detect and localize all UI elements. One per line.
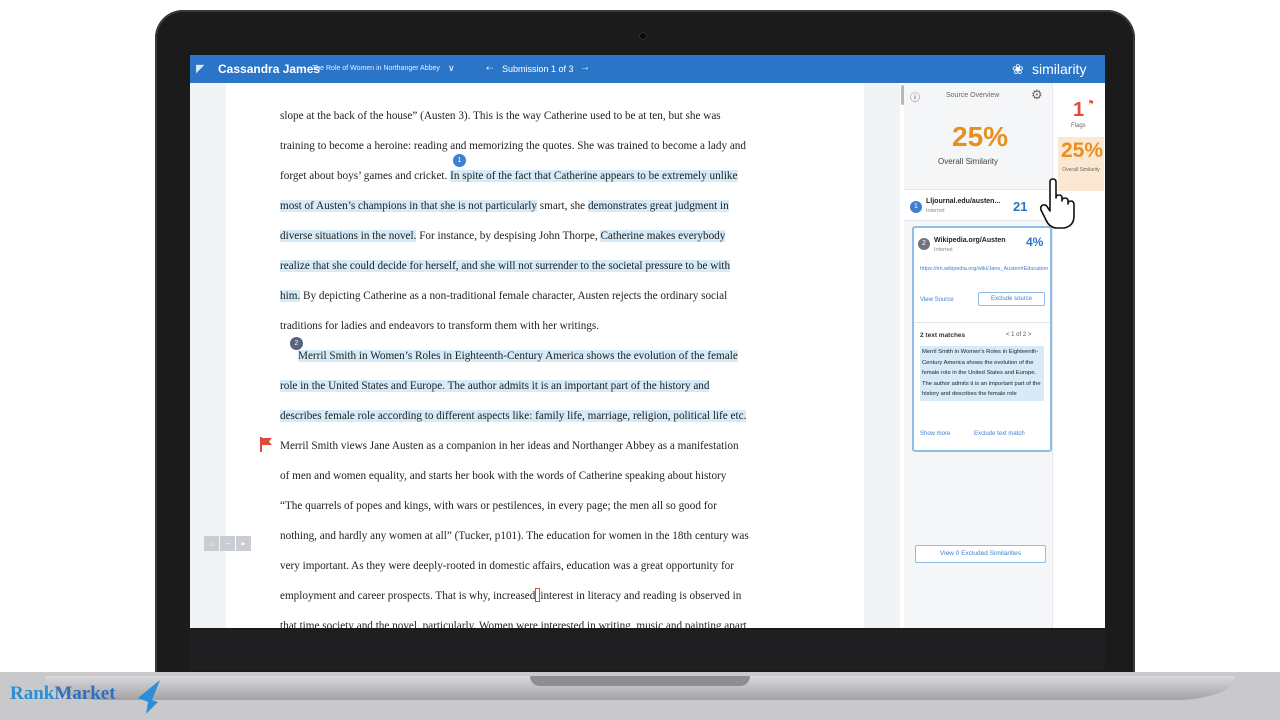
view-excluded-button[interactable]: View 0 Excluded Similarities [915, 545, 1046, 563]
source-url[interactable]: https://en.wikipedia.org/wiki/Jane_Auste… [920, 265, 1048, 273]
right-gutter [864, 83, 900, 628]
exclude-source-button[interactable]: Exclude source [978, 292, 1045, 306]
menu-icon[interactable]: ◤ [196, 62, 204, 75]
doc-line: diverse situations in the novel. For ins… [280, 227, 726, 245]
doc-text: forget about boys’ games and cricket. [280, 170, 451, 182]
match-highlight[interactable]: describes female role according to diffe… [280, 410, 747, 422]
view-source-link[interactable]: View Source [920, 297, 954, 303]
brand-name: similarity [1032, 61, 1087, 77]
doc-line: employment and career prospects. That is… [280, 587, 741, 605]
doc-line: role in the United States and Europe. Th… [280, 377, 710, 395]
assignment-title: The Role of Women in Northanger Abbey [312, 65, 440, 72]
match-highlight[interactable]: Catherine makes everybody [600, 230, 726, 242]
doc-line: very important. As they were deeply-root… [280, 560, 734, 572]
source-name: Wikipedia.org/Austen [934, 237, 1006, 244]
rankmarket-logo-icon [138, 680, 160, 714]
source-card-1[interactable]: 1 Lljournal.edu/austen... Internet 21 [904, 189, 1052, 221]
doc-line: describes female role according to diffe… [280, 407, 747, 425]
match-highlight[interactable]: realize that she could decide for hersel… [280, 260, 731, 272]
doc-line: Merril Smith views Jane Austen as a comp… [280, 440, 739, 452]
show-more-link[interactable]: Show more [920, 431, 950, 437]
flag-icon[interactable] [258, 436, 274, 452]
doc-line: Merril Smith in Women’s Roles in Eightee… [298, 347, 738, 365]
doc-line: him. By depicting Catherine as a non-tra… [280, 287, 727, 305]
source-card-2[interactable]: 2 Wikipedia.org/Austen Internet 4% https… [912, 226, 1052, 452]
app-screen: ◤ Cassandra James The Role of Women in N… [190, 55, 1105, 628]
source-name: Lljournal.edu/austen... [926, 198, 1001, 205]
doc-line: that time society and the novel, particu… [280, 620, 747, 628]
similarity-panel: ⓘ Source Overview ⚙ 25% Overall Similari… [904, 83, 1052, 628]
match-badge[interactable]: 1 [453, 154, 466, 167]
match-snippet: Merril Smith in Women's Roles in Eightee… [920, 346, 1044, 401]
laptop-chin [190, 630, 1105, 670]
doc-line: training to become a heroine: reading an… [280, 140, 746, 152]
page-controls: ⌂ − ▸ [204, 536, 251, 551]
doc-line: traditions for ladies and endeavors to t… [280, 320, 600, 332]
text-matches-count: 2 text matches [920, 332, 966, 339]
laptop-notch [530, 676, 750, 686]
source-type: Internet [934, 247, 953, 253]
flags-label: Flags [1071, 123, 1086, 129]
doc-text: smart, she [536, 200, 588, 212]
divider [914, 322, 1050, 323]
match-highlight[interactable]: him. [280, 290, 301, 302]
gear-icon[interactable]: ⚙ [1031, 87, 1043, 103]
stage: ◤ Cassandra James The Role of Women in N… [0, 0, 1280, 720]
match-pagination[interactable]: < 1 of 2 > [1006, 332, 1031, 338]
similarity-logo-icon: ❀ [1012, 61, 1024, 77]
previous-submission-icon[interactable]: ⇠ [486, 63, 494, 74]
doc-line: nothing, and hardly any women at all” (T… [280, 530, 749, 542]
rail-similarity-label: Overall Similarity [1062, 167, 1100, 173]
overall-similarity-percent: 25% [952, 121, 1009, 152]
match-highlight[interactable]: role in the United States and Europe. Th… [280, 380, 710, 392]
overall-similarity-label: Overall Similarity [938, 157, 999, 166]
source-number: 1 [910, 201, 922, 213]
watermark-part1: Rank [10, 683, 55, 704]
match-highlight[interactable]: In spite of the fact that Catherine appe… [450, 170, 738, 182]
doc-line: slope at the back of the house” (Austen … [280, 110, 721, 122]
rail-similarity-percent[interactable]: 25% [1061, 139, 1103, 163]
student-name: Cassandra James [218, 62, 321, 76]
source-percent: 21 [1013, 199, 1028, 214]
doc-line: forget about boys’ games and cricket. In… [280, 167, 738, 185]
source-percent: 4% [1026, 235, 1044, 249]
help-icon[interactable]: ⓘ [910, 89, 920, 104]
doc-line: realize that she could decide for hersel… [280, 257, 731, 275]
zoom-out-icon[interactable]: − [220, 536, 235, 551]
webcam [640, 33, 646, 39]
next-page-icon[interactable]: ▸ [236, 536, 251, 551]
next-submission-icon[interactable]: → [580, 62, 590, 73]
match-highlight[interactable]: most of Austen’s champions in that she i… [280, 200, 537, 212]
watermark-part2: Market [54, 683, 116, 704]
home-icon[interactable]: ⌂ [204, 536, 219, 551]
source-type: Internet [926, 208, 945, 214]
doc-line: most of Austen’s champions in that she i… [280, 197, 729, 215]
rankmarket-watermark: RankMarket [10, 683, 116, 705]
exclude-text-match-link[interactable]: Exclude text match [974, 431, 1025, 437]
source-number: 2 [918, 238, 930, 250]
match-highlight[interactable]: demonstrates great judgment in [587, 200, 729, 212]
doc-text: interest in literacy and reading is obse… [540, 590, 742, 602]
flag-small-icon: ⚑ [1088, 100, 1095, 107]
hand-cursor-icon [1040, 178, 1075, 229]
side-rail: 1 ⚑ Flags 25% Overall Similarity [1052, 83, 1105, 628]
doc-text: For instance, by despising John Thorpe, [416, 230, 601, 242]
match-highlight[interactable]: Merril Smith in Women’s Roles in Eightee… [298, 350, 738, 362]
doc-text: employment and career prospects. That is… [280, 590, 536, 602]
doc-line: of men and women equality, and starts he… [280, 470, 727, 482]
doc-text: By depicting Catherine as a non-traditio… [300, 290, 728, 302]
chevron-down-icon[interactable]: ∨ [448, 63, 455, 74]
flags-count[interactable]: 1 [1073, 99, 1084, 122]
app-header: ◤ Cassandra James The Role of Women in N… [190, 55, 1105, 83]
doc-line: “The quarrels of popes and kings, with w… [280, 500, 717, 512]
submission-counter: Submission 1 of 3 [502, 64, 574, 74]
source-mode-dropdown[interactable]: Source Overview [946, 92, 999, 99]
match-highlight[interactable]: diverse situations in the novel. [280, 230, 417, 242]
document-page: slope at the back of the house” (Austen … [226, 83, 864, 628]
